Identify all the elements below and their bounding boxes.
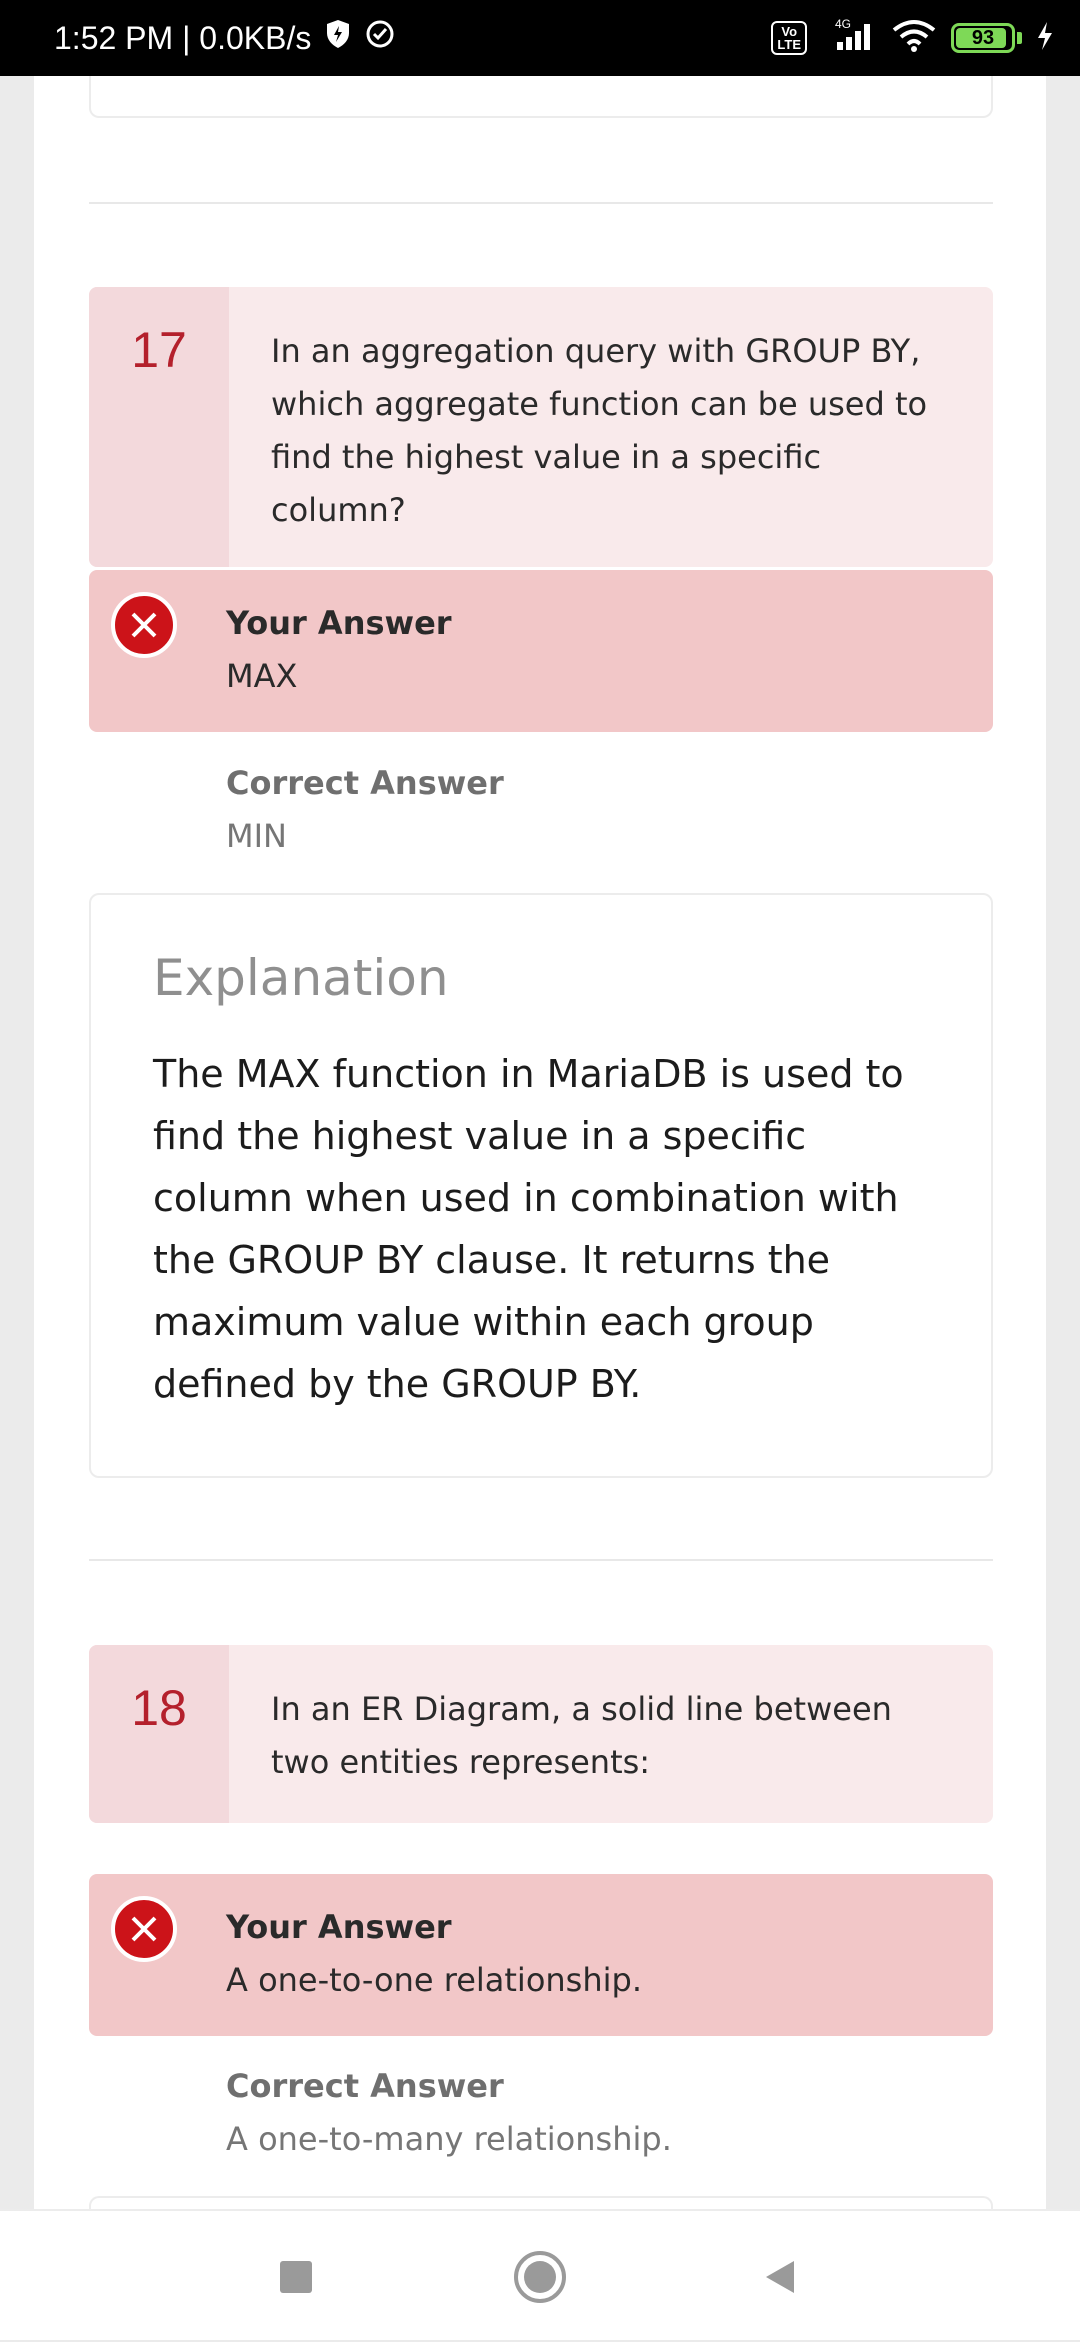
shield-icon	[325, 19, 351, 57]
svg-text:4G: 4G	[835, 18, 851, 31]
correct-answer-value: MIN	[226, 817, 287, 855]
explanation-text: The MAX function in MariaDB is used to f…	[153, 1052, 904, 1406]
quiz-results-page[interactable]: 17 In an aggregation query with GROUP BY…	[34, 76, 1046, 2209]
question-text: In an ER Diagram, a solid line between t…	[271, 1690, 892, 1781]
next-explanation-card	[89, 2196, 993, 2209]
check-circle-icon	[365, 19, 395, 57]
correct-answer-label: Correct Answer	[226, 2067, 504, 2105]
explanation-card: Explanation The MAX function in MariaDB …	[89, 893, 993, 1478]
question-card: 17 In an aggregation query with GROUP BY…	[89, 287, 993, 567]
previous-explanation-card	[89, 76, 993, 118]
circle-icon	[514, 2250, 566, 2303]
navigation-bar	[0, 2209, 1080, 2340]
square-icon	[280, 2260, 312, 2293]
question-text: In an aggregation query with GROUP BY, w…	[271, 332, 928, 529]
battery-tip	[1017, 32, 1022, 44]
question-number: 17	[89, 287, 229, 567]
correct-answer-value: A one-to-many relationship.	[226, 2120, 672, 2158]
status-bar: 1:52 PM | 0.0KB/s Vo LTE 4G 93	[0, 0, 1080, 76]
status-time: 1:52 PM | 0.0KB/s	[54, 19, 312, 56]
your-answer-value: A one-to-one relationship.	[226, 1961, 642, 1999]
wrong-answer-icon	[111, 592, 177, 658]
correct-answer-label: Correct Answer	[226, 764, 504, 802]
home-button[interactable]	[480, 2211, 600, 2342]
your-answer-box: Your Answer A one-to-one relationship.	[89, 1874, 993, 2036]
wifi-icon	[891, 18, 937, 58]
question-card: 18 In an ER Diagram, a solid line betwee…	[89, 1645, 993, 1823]
battery-level: 93	[971, 26, 995, 49]
recents-button[interactable]	[236, 2211, 356, 2342]
triangle-back-icon	[766, 2260, 794, 2293]
your-answer-label: Your Answer	[226, 1908, 452, 1946]
question-number: 18	[89, 1645, 229, 1823]
wrong-answer-icon	[111, 1896, 177, 1962]
explanation-title: Explanation	[153, 949, 449, 1007]
volte-icon: Vo LTE	[771, 21, 807, 55]
charging-icon	[1036, 21, 1054, 55]
signal-icon: 4G	[821, 17, 877, 58]
divider	[89, 1559, 993, 1561]
back-button[interactable]	[720, 2211, 840, 2342]
your-answer-value: MAX	[226, 657, 298, 695]
divider	[89, 202, 993, 204]
your-answer-label: Your Answer	[226, 604, 452, 642]
battery-icon: 93	[951, 23, 1015, 53]
your-answer-box: Your Answer MAX	[89, 570, 993, 732]
